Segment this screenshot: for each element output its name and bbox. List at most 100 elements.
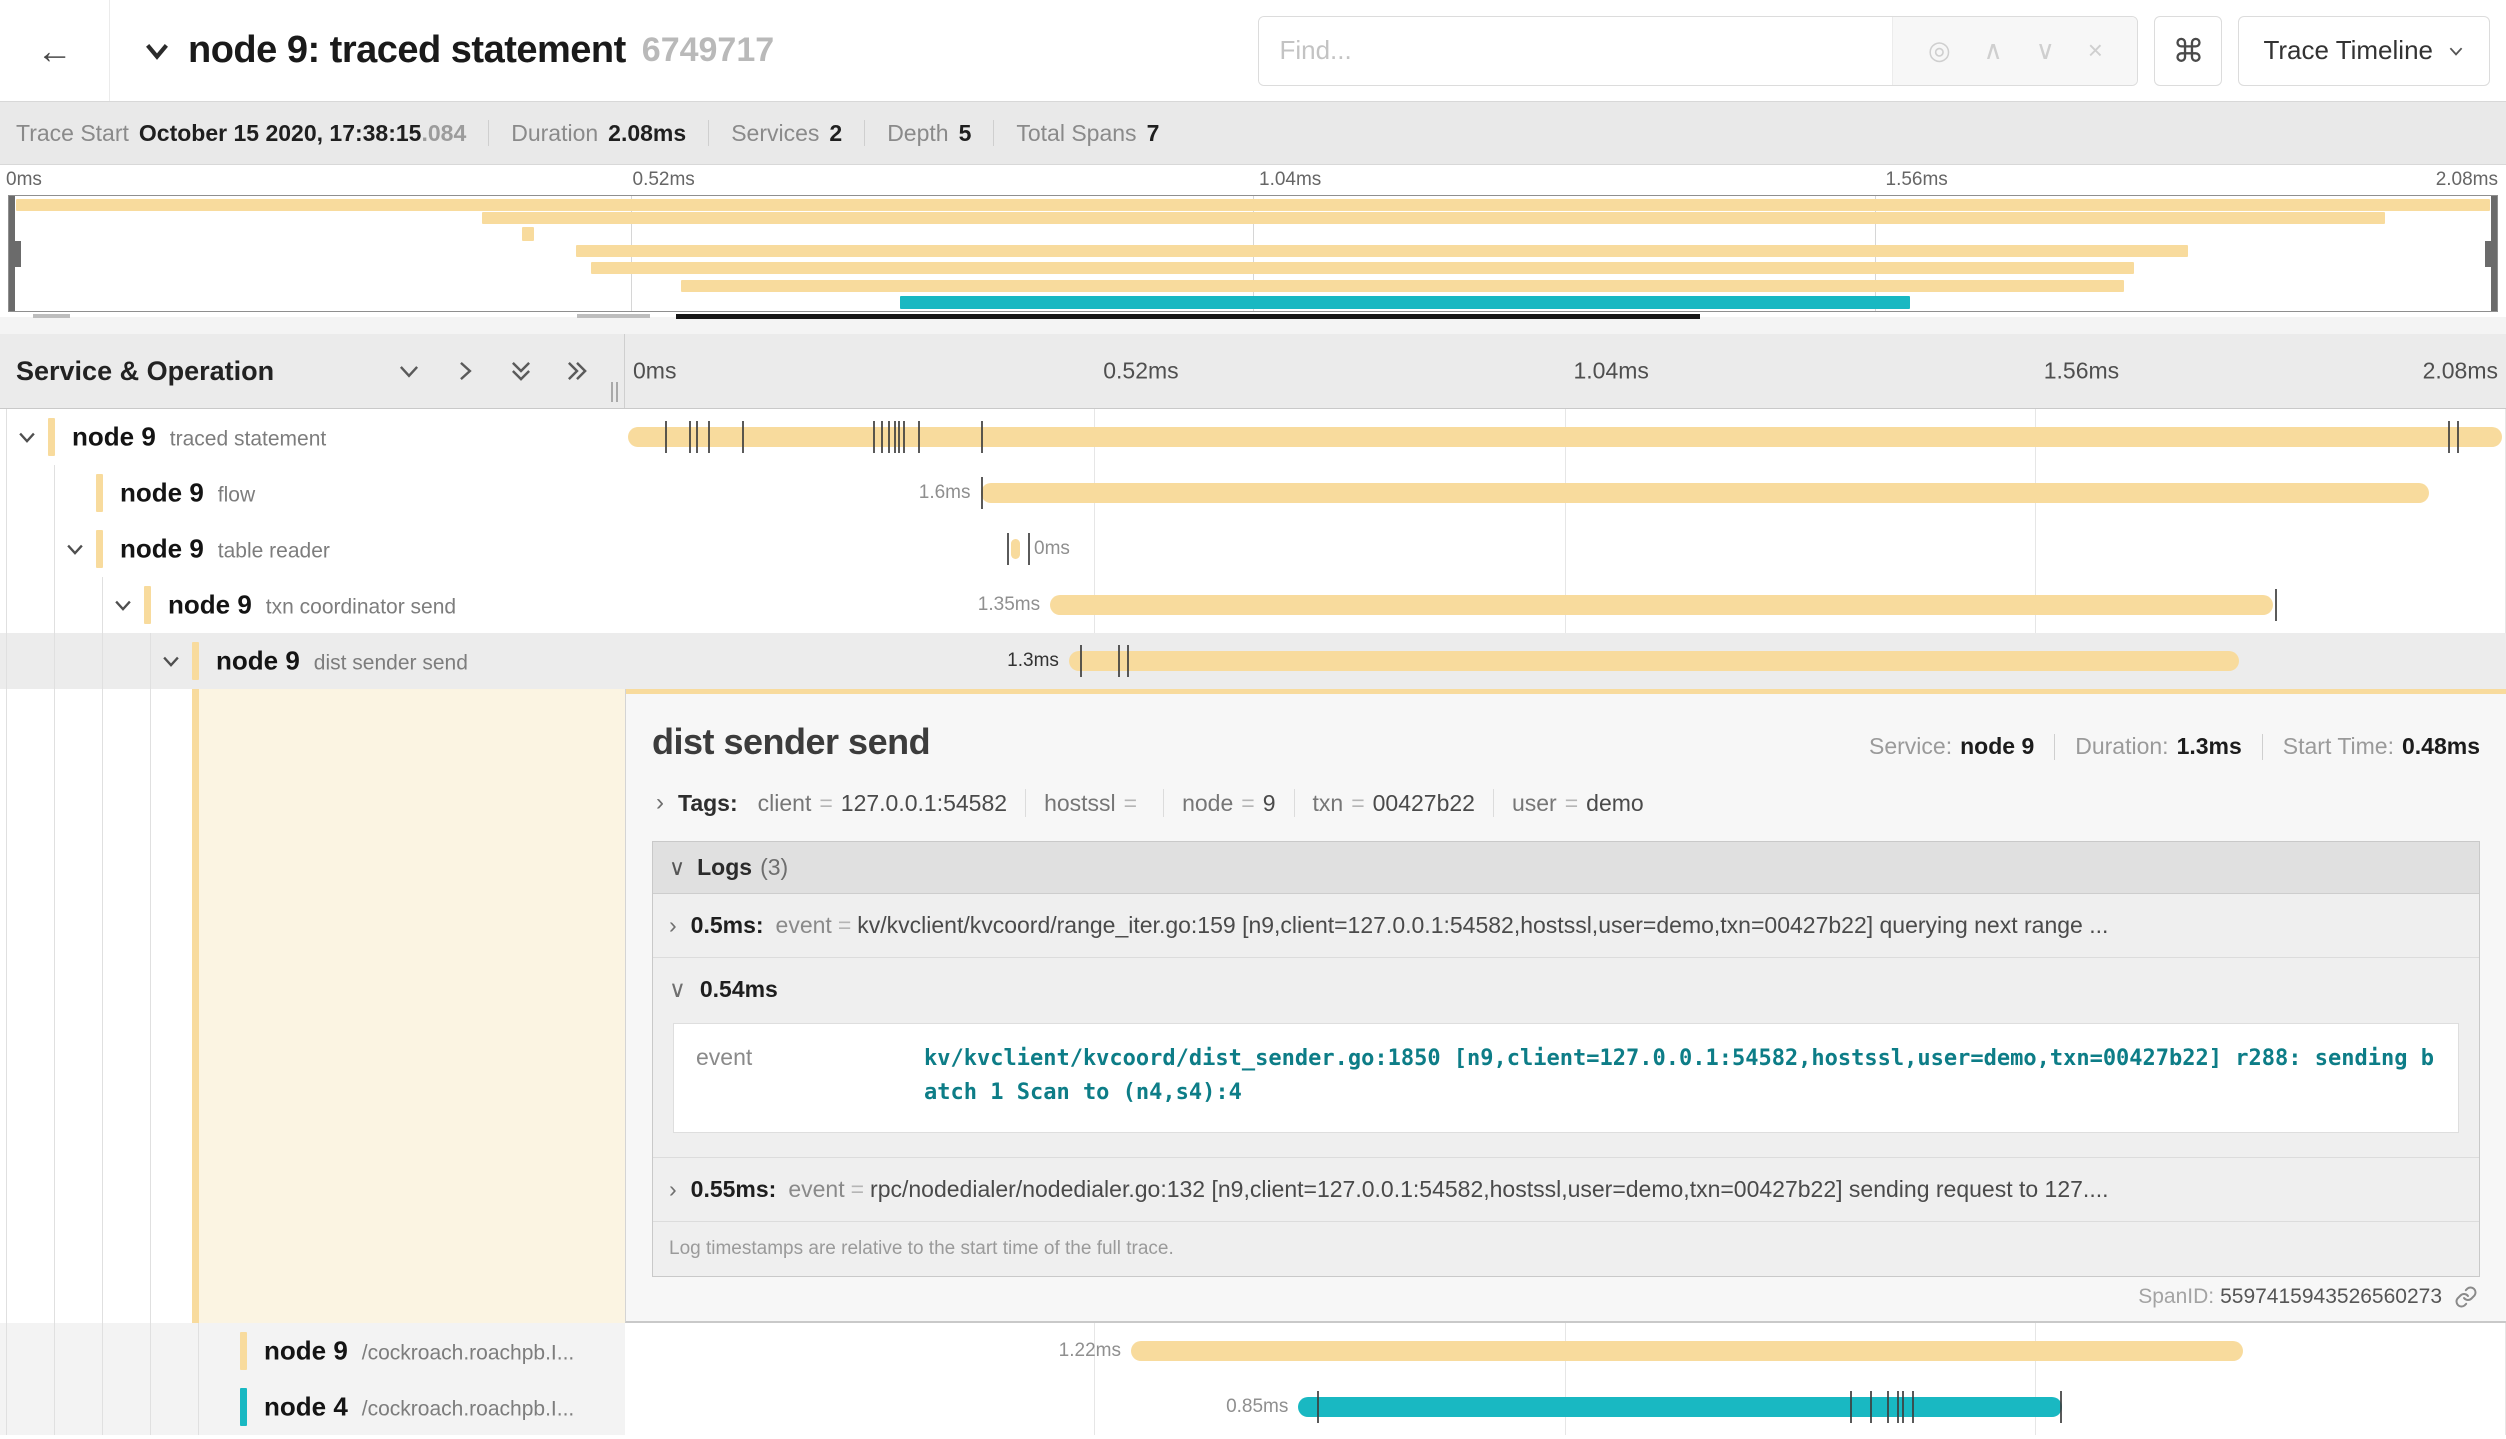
span-bar-cell[interactable]	[625, 409, 2506, 465]
meta-divider	[2054, 734, 2055, 760]
collapse-one-icon[interactable]	[396, 358, 422, 384]
span-name-cell[interactable]: node 9flow	[0, 465, 625, 521]
depth-value: 5	[959, 120, 972, 147]
span-name-cell[interactable]: node 4/cockroach.roachpb.I...	[0, 1379, 625, 1435]
minimap-span-bar	[591, 262, 2134, 274]
prev-result-icon[interactable]: ∧	[1984, 35, 2003, 66]
span-bar[interactable]	[628, 427, 2502, 447]
trace-start-label: Trace Start	[16, 120, 129, 147]
minimap-span-bar	[522, 227, 534, 241]
minimap-span-bar	[576, 245, 2188, 257]
minimap-span-bar	[900, 296, 1910, 309]
span-event-tick	[894, 421, 896, 453]
span-name-cell[interactable]: node 9table reader	[0, 521, 625, 577]
tag-item: user=demo	[1512, 790, 1644, 817]
meta-divider	[2262, 734, 2263, 760]
span-event-tick	[2448, 421, 2450, 453]
service-color-strip	[96, 530, 103, 568]
span-event-tick	[2060, 1391, 2062, 1423]
span-bar-cell[interactable]: 0.85ms	[625, 1379, 2506, 1435]
span-detail-row: dist sender send Service:node 9Duration:…	[0, 689, 2506, 1323]
span-bar[interactable]	[1298, 1397, 2062, 1417]
span-name-cell[interactable]: node 9txn coordinator send	[0, 577, 625, 633]
span-name-cell[interactable]: node 9/cockroach.roachpb.I...	[0, 1323, 625, 1379]
copy-link-icon[interactable]	[2454, 1285, 2478, 1309]
page-header: ← node 9: traced statement 6749717 ◎ ∧ ∨…	[0, 0, 2506, 101]
tag-divider	[1294, 789, 1295, 817]
span-id-value: 5597415943526560273	[2220, 1285, 2442, 1309]
log-entry[interactable]: ›0.55ms:event=rpc/nodedialer/nodedialer.…	[653, 1158, 2479, 1221]
tree-indent-guide	[102, 1379, 103, 1435]
span-bar-cell[interactable]: 1.35ms	[625, 577, 2506, 633]
duration-value: 2.08ms	[608, 120, 686, 147]
minimap-right-scrubber[interactable]	[2491, 196, 2497, 311]
span-bar[interactable]	[1131, 1341, 2243, 1361]
span-bar[interactable]	[1069, 651, 2239, 671]
column-resize-handle[interactable]	[608, 382, 618, 402]
timeline-tick-label: 1.04ms	[1574, 358, 1649, 385]
minimap-left-scrubber[interactable]	[9, 196, 15, 311]
span-children-collapse-icon[interactable]	[160, 650, 182, 672]
minimap-scrubber-shadow	[33, 314, 70, 318]
span-name-cell[interactable]: node 9dist sender send	[0, 633, 625, 689]
span-bar-cell[interactable]: 0ms	[625, 521, 2506, 577]
tag-divider	[1163, 789, 1164, 817]
duration-label: Duration	[511, 120, 598, 147]
service-operation-title: Service & Operation	[16, 356, 274, 387]
tree-indent-guide	[6, 633, 7, 689]
tree-indent-guide	[54, 689, 55, 1323]
tags-row[interactable]: › Tags: client=127.0.0.1:54582hostssl=no…	[652, 789, 2480, 817]
span-event-tick	[665, 421, 667, 453]
service-color-strip	[96, 474, 103, 512]
span-children-collapse-icon[interactable]	[16, 426, 38, 448]
span-event-tick	[1007, 533, 1009, 565]
tags-expand-icon[interactable]: ›	[656, 789, 664, 817]
span-bar-cell[interactable]: 1.6ms	[625, 465, 2506, 521]
next-result-icon[interactable]: ∨	[2036, 35, 2055, 66]
span-name-cell[interactable]: node 9traced statement	[0, 409, 625, 465]
collapse-all-icon[interactable]	[508, 358, 534, 384]
tree-indent-guide	[150, 1379, 151, 1435]
minimap-span-bar	[16, 199, 2489, 211]
tags-label: Tags:	[678, 790, 738, 817]
service-operation-header: Service & Operation	[0, 334, 625, 408]
span-bar[interactable]	[981, 483, 2429, 503]
span-rows-bottom: node 9/cockroach.roachpb.I... 1.22ms node …	[0, 1323, 2506, 1435]
span-children-collapse-icon[interactable]	[112, 594, 134, 616]
span-bar[interactable]	[1011, 539, 1020, 559]
span-duration-label: 1.6ms	[919, 482, 971, 504]
timeline-tick-label: 0ms	[633, 358, 676, 385]
span-children-collapse-icon[interactable]	[64, 538, 86, 560]
span-event-tick	[873, 421, 875, 453]
operation-name: table reader	[218, 540, 330, 563]
service-name: node 4/cockroach.roachpb.I...	[264, 1392, 574, 1423]
clear-search-icon[interactable]: ×	[2088, 35, 2103, 66]
tree-indent-guide	[6, 465, 7, 521]
span-color-accent-bar	[626, 689, 2506, 694]
find-box: ◎ ∧ ∨ ×	[1258, 16, 2138, 86]
log-entry[interactable]: ›0.5ms:event=kv/kvclient/kvcoord/range_i…	[653, 894, 2479, 958]
logs-header[interactable]: ∨ Logs (3)	[653, 842, 2479, 894]
keyboard-shortcuts-button[interactable]: ⌘	[2154, 16, 2222, 86]
expand-all-icon[interactable]	[564, 358, 590, 384]
tree-indent-guide	[150, 633, 151, 689]
view-selector-button[interactable]: Trace Timeline	[2238, 16, 2490, 86]
span-id-label: SpanID:	[2138, 1285, 2214, 1309]
back-button[interactable]: ←	[0, 0, 110, 101]
span-bar-cell[interactable]: 1.22ms	[625, 1323, 2506, 1379]
span-event-tick	[689, 421, 691, 453]
service-name: node 9/cockroach.roachpb.I...	[264, 1336, 574, 1367]
tree-indent-guide	[102, 1323, 103, 1379]
service-name: node 9txn coordinator send	[168, 590, 456, 621]
span-bar[interactable]	[1050, 595, 2273, 615]
aim-icon[interactable]: ◎	[1928, 35, 1951, 66]
span-event-tick	[888, 421, 890, 453]
span-bar-cell[interactable]: 1.3ms	[625, 633, 2506, 689]
log-entry[interactable]: ∨0.54mseventkv/kvclient/kvcoord/dist_sen…	[653, 958, 2479, 1158]
title-chevron-down-icon[interactable]	[142, 36, 172, 66]
search-input[interactable]	[1259, 17, 1892, 85]
minimap-canvas[interactable]	[8, 195, 2498, 312]
expand-one-icon[interactable]	[452, 358, 478, 384]
tree-indent-guide	[54, 1323, 55, 1379]
span-event-tick	[708, 421, 710, 453]
